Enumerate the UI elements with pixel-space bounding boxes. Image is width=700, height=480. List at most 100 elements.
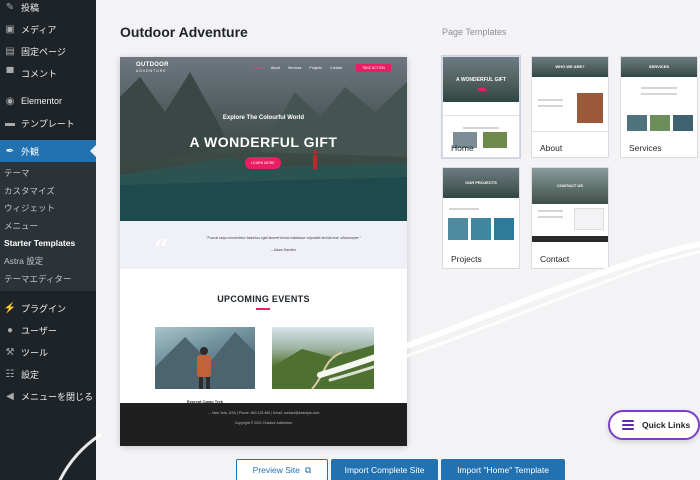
valley-image [272,345,374,389]
preview-nav-links: Home About Services Projects Contact TAK… [253,64,391,72]
preview-logo: OUTDOOR ADVENTURE [136,62,169,73]
plugin-icon: ⚡ [3,302,17,314]
user-icon: ● [6,324,14,336]
thumb-button [478,88,486,91]
thumb-form [574,208,604,230]
template-label-projects: Projects [451,254,482,264]
preview-nav-services: Services [287,66,302,70]
thumb-separator [532,131,608,132]
preview-nav: OUTDOOR ADVENTURE Home About Services Pro… [136,61,391,75]
events-divider [256,308,270,310]
page-templates-title: Page Templates [442,27,507,37]
footer-copyright: Copyright © 2021 Outdoor Adventure [234,421,293,425]
thumb-line [463,127,499,129]
submenu-themes[interactable]: テーマ [0,165,96,183]
submenu-starter-templates[interactable]: Starter Templates [0,235,96,253]
quick-links-button[interactable]: Quick Links [608,410,700,440]
thumb-img [673,115,693,131]
quote-section: “ "Fuscat sequ consectetur fadoctus eget… [120,221,407,269]
wrench-icon: ⚒ [5,346,15,358]
hero-heading: A WONDERFUL GIFT [189,134,338,150]
thumb-heading: OUR PROJECTS [465,180,497,185]
elementor-icon: ◉ [5,95,15,107]
thumb-footer [532,236,608,242]
thumb-line [538,216,563,218]
preview-nav-contact: Contact [330,66,343,70]
settings-icon: ☷ [5,368,15,380]
footer-contact: … New York, USA | Phone: 800 123 456 | E… [207,411,320,415]
sidebar-submenu: テーマ カスタマイズ ウィジェット メニュー Starter Templates… [0,162,96,292]
thumb-heading: WHO WE ARE? [555,64,585,69]
event-image-hiker [155,327,255,389]
sidebar-collapse[interactable]: ◀ メニューを閉じる [0,385,96,407]
thumb-img [577,93,603,123]
submenu-customize[interactable]: カスタマイズ [0,183,96,201]
thumb-hero: WHO WE ARE? [532,57,608,77]
thumb-line [449,208,479,210]
template-thumb-home[interactable]: A WONDERFUL GIFT Home [442,56,520,158]
template-label-services: Services [629,143,662,153]
submenu-theme-editor[interactable]: テーマエディター [0,271,96,289]
thumb-img [650,115,670,131]
thumb-heading: SERVICES [648,64,670,69]
preview-nav-projects: Projects [309,66,323,70]
thumb-separator [443,115,519,116]
thumb-line [538,99,563,101]
sidebar-item-pages[interactable]: ▤ 固定ページ [0,40,96,62]
submenu-menus[interactable]: メニュー [0,218,96,236]
thumb-hero: A WONDERFUL GIFT [443,57,519,102]
preview-nav-cta: TAKE ACTION [356,64,391,72]
thumb-line [538,105,563,107]
collapse-icon: ◀ [6,390,14,402]
thumb-heading: CONTACT US [557,183,583,188]
sidebar-item-templates[interactable]: ▬ テンプレート [0,112,96,134]
submenu-widgets[interactable]: ウィジェット [0,200,96,218]
sidebar-item-appearance[interactable]: ✒ 外観 [0,140,96,162]
thumb-heading: A WONDERFUL GIFT [456,77,506,83]
pin-icon: ✎ [5,1,15,13]
preview-footer: … New York, USA | Phone: 800 123 456 | E… [120,403,407,446]
sidebar-item-settings[interactable]: ☷ 設定 [0,363,96,385]
sidebar-item-posts[interactable]: ✎ 投稿 [0,0,96,18]
submenu-astra-settings[interactable]: Astra 設定 [0,253,96,271]
quote-icon: “ [154,235,169,265]
sidebar-item-elementor[interactable]: ◉ Elementor [0,90,96,112]
sidebar-item-tools[interactable]: ⚒ ツール [0,341,96,363]
template-thumb-projects[interactable]: OUR PROJECTS Projects [442,167,520,269]
template-thumb-services[interactable]: SERVICES Services [620,56,698,158]
sidebar-item-users[interactable]: ● ユーザー [0,319,96,341]
sidebar-top-group: ✎ 投稿 ▣ メディア ▤ 固定ページ ▀ コメント ◉ Elementor ▬ テンプレー… [0,0,96,140]
event-image-valley [272,327,374,389]
site-title: Outdoor Adventure [120,24,248,40]
thumb-hero: OUR PROJECTS [443,168,519,198]
import-complete-site-button[interactable]: Import Complete Site [331,459,438,480]
template-thumb-contact[interactable]: CONTACT US Contact [531,167,609,269]
thumb-line [641,87,677,89]
sidebar-item-comments[interactable]: ▀ コメント [0,62,96,84]
template-label-about: About [540,143,563,153]
thumb-img [448,218,468,240]
quote-author: – Adam Sandler [271,248,296,252]
thumb-img [471,218,491,240]
events-title: UPCOMING EVENTS [217,294,310,304]
preview-site-button[interactable]: Preview Site ⧉ [236,459,328,480]
thumb-img [483,132,507,148]
thumb-hero: SERVICES [621,57,697,77]
hero-button: LEARN MORE [245,157,281,169]
hero-section: OUTDOOR ADVENTURE Home About Services Pro… [120,57,407,221]
thumb-img [627,115,647,131]
template-thumb-about[interactable]: WHO WE ARE? About [531,56,609,158]
preview-nav-home: Home [253,66,263,70]
thumb-img [494,218,514,240]
import-home-template-button[interactable]: Import "Home" Template [441,459,565,480]
preview-nav-about: About [270,66,280,70]
hero-subtitle: Explore The Colourful World [222,115,305,121]
brush-icon: ✒ [5,145,15,157]
main-content: Outdoor Adventure Page Templates OUTDOOR… [96,0,700,480]
thumb-line [641,93,677,95]
admin-sidebar: ✎ 投稿 ▣ メディア ▤ 固定ページ ▀ コメント ◉ Elementor ▬ テンプレー… [0,0,96,480]
thumb-hero: CONTACT US [532,168,608,204]
sidebar-item-plugins[interactable]: ⚡ プラグイン [0,297,96,319]
site-preview[interactable]: OUTDOOR ADVENTURE Home About Services Pro… [120,57,407,446]
sidebar-item-media[interactable]: ▣ メディア [0,18,96,40]
